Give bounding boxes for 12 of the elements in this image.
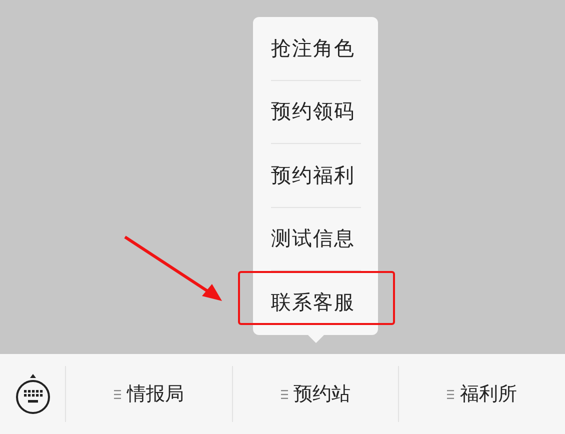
menu-item[interactable]: 抢注角色	[271, 34, 355, 62]
menu-item[interactable]: 预约领码	[271, 98, 355, 126]
menu-tab[interactable]: 福利所	[460, 381, 518, 407]
menu-item[interactable]: 预约福利	[271, 162, 355, 189]
menu-lines-icon	[114, 390, 121, 398]
menu-item[interactable]: 测试信息	[271, 225, 355, 252]
menu-tab[interactable]: 情报局	[126, 381, 184, 407]
menu-lines-icon	[280, 390, 288, 398]
menu-lines-icon	[447, 390, 454, 398]
menu-item[interactable]: 联系客服	[271, 289, 355, 316]
menu-tab[interactable]: 预约站	[294, 381, 350, 407]
keyboard-icon[interactable]	[14, 373, 50, 415]
